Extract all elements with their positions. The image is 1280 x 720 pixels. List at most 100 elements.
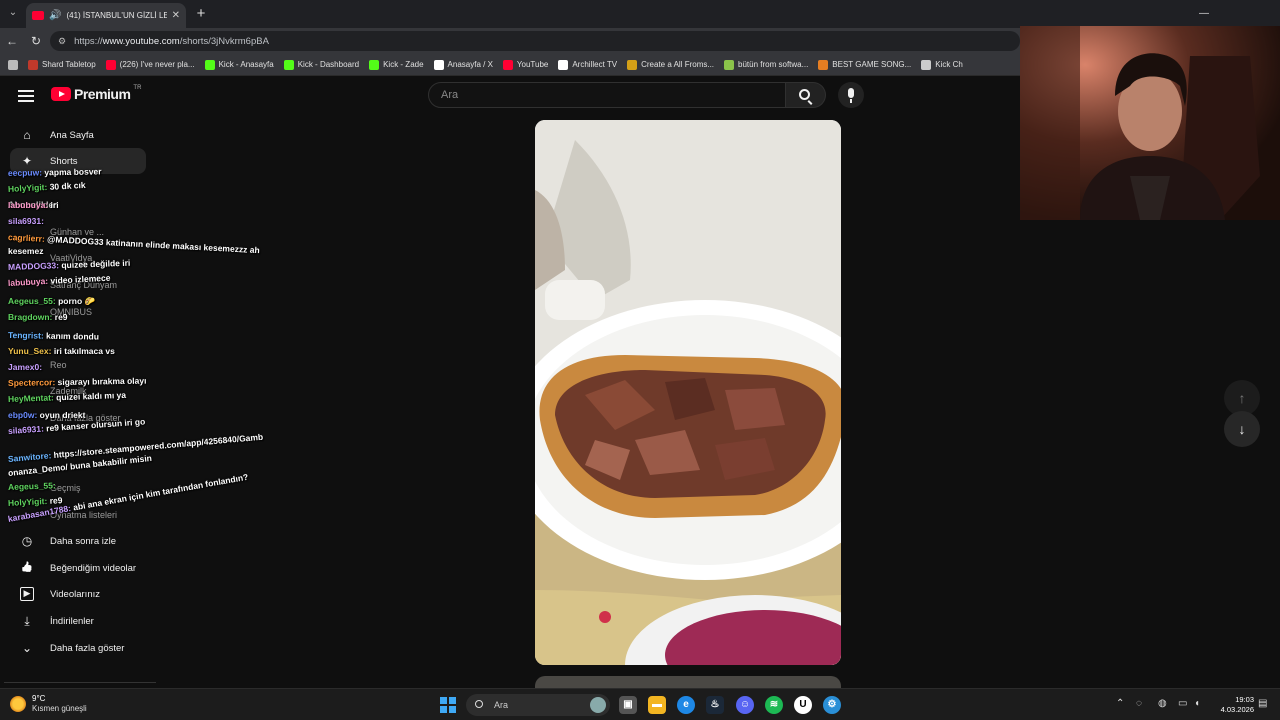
- sidebar-item-watch-later[interactable]: ◷ Daha sonra izle: [10, 528, 146, 554]
- music-icon: [818, 59, 829, 70]
- sidebar-item-downloads[interactable]: ⤓ İndirilenler: [10, 608, 146, 634]
- sidebar-item-label: İndirilenler: [50, 615, 94, 627]
- microphone-tray-icon[interactable]: ◍: [1158, 698, 1167, 709]
- video-icon: ▶: [20, 587, 34, 601]
- streamer-webcam-image: [1020, 26, 1280, 220]
- weather-widget[interactable]: 9°C Kısmen güneşli: [10, 694, 87, 714]
- file-explorer-icon[interactable]: ▬: [648, 696, 666, 714]
- notifications-icon[interactable]: ▤: [1258, 698, 1267, 709]
- youtube-premium-logo[interactable]: Premium TR: [51, 85, 141, 102]
- bookmark-label: Create a All Froms...: [641, 60, 715, 69]
- weather-condition: Kısmen güneşli: [32, 704, 87, 713]
- audio-playing-icon[interactable]: 🔊: [49, 10, 61, 21]
- taskbar-search-label: Ara: [494, 700, 509, 710]
- minimize-icon[interactable]: —: [1196, 6, 1212, 22]
- sidebar-item-liked-videos[interactable]: 👍 Beğendiğim videolar: [10, 555, 146, 581]
- app-icon[interactable]: ⚙: [823, 696, 841, 714]
- sidebar-item-history[interactable]: Geçmiş: [50, 483, 81, 493]
- active-tab[interactable]: 🔊 (41) İSTANBUL'UN GİZLİ LEZZ ✕: [26, 3, 186, 28]
- sidebar-item-label: Shorts: [50, 155, 78, 167]
- archillect-icon: [558, 59, 569, 70]
- leaf-icon: [724, 59, 735, 70]
- site-info-icon[interactable]: ⚙: [58, 36, 66, 47]
- bookmark-item[interactable]: Anasayfa / X: [433, 59, 493, 70]
- bookmark-item[interactable]: Kick - Dashboard: [283, 59, 359, 70]
- system-clock[interactable]: 19:03 4.03.2026: [1216, 695, 1254, 715]
- spotify-icon[interactable]: ≋: [765, 696, 783, 714]
- short-video-player[interactable]: [535, 120, 841, 665]
- sidebar-item-home[interactable]: ⌂ Ana Sayfa: [10, 122, 146, 148]
- sidebar-item-show-more[interactable]: ⌄ Daha fazla göster: [10, 635, 146, 661]
- subscription-item[interactable]: Günhan ve ...: [50, 227, 104, 237]
- bookmark-item[interactable]: YouTube: [502, 59, 548, 70]
- sidebar-item-your-videos[interactable]: ▶ Videolarınız: [10, 581, 146, 607]
- subscriptions-heading: Abonelikler: [8, 200, 58, 210]
- bookmark-item[interactable]: (226) I've never pla...: [105, 59, 195, 70]
- volume-icon[interactable]: ◖: [1194, 698, 1200, 709]
- apps-icon[interactable]: [8, 59, 18, 70]
- steam-icon[interactable]: ♨: [706, 696, 724, 714]
- search-button[interactable]: [786, 82, 826, 108]
- subscription-item[interactable]: Reo: [50, 360, 67, 370]
- subscription-item[interactable]: Zademilk: [50, 386, 87, 396]
- bookmark-label: Kick - Zade: [383, 60, 424, 69]
- bookmark-item[interactable]: Archillect TV: [558, 59, 618, 70]
- clock-date: 4.03.2026: [1220, 705, 1254, 714]
- task-view-icon[interactable]: ▣: [619, 696, 637, 714]
- tab-search-icon[interactable]: ⌄: [6, 6, 20, 20]
- tray-app-icon[interactable]: ◌: [1136, 698, 1142, 709]
- kick-icon: [204, 59, 215, 70]
- search-highlight-icon[interactable]: [590, 697, 606, 713]
- address-bar[interactable]: ⚙ https://www.youtube.com/shorts/3jNvkrm…: [50, 31, 1020, 51]
- next-short-button[interactable]: ↓: [1224, 411, 1260, 447]
- sidebar-item-shorts[interactable]: ✦ Shorts: [10, 148, 146, 174]
- unreal-engine-icon[interactable]: U: [794, 696, 812, 714]
- tab-title: (41) İSTANBUL'UN GİZLİ LEZZ: [66, 11, 167, 20]
- x-icon: [433, 59, 444, 70]
- webcam-overlay: [1020, 26, 1280, 220]
- next-short-preview[interactable]: [535, 676, 841, 688]
- subscription-item[interactable]: VaatiVidya: [50, 253, 92, 263]
- edge-browser-icon[interactable]: e: [677, 696, 695, 714]
- new-tab-button[interactable]: +: [192, 5, 210, 23]
- bookmark-item[interactable]: bütün from softwa...: [724, 59, 809, 70]
- show-more-subscriptions[interactable]: Daha fazla göster: [50, 413, 121, 423]
- bookmark-item[interactable]: Kick - Zade: [369, 59, 424, 70]
- subscription-item[interactable]: Satranç Dünyam: [50, 280, 117, 290]
- reload-icon[interactable]: ↻: [28, 33, 44, 49]
- network-icon[interactable]: ▭: [1178, 698, 1187, 709]
- sidebar-item-label: Ana Sayfa: [50, 129, 94, 141]
- shorts-icon: ✦: [21, 154, 33, 168]
- bookmark-item[interactable]: BEST GAME SONG...: [818, 59, 912, 70]
- voice-search-button[interactable]: [838, 82, 864, 108]
- weather-temperature: 9°C: [32, 694, 46, 703]
- search-icon: [799, 89, 810, 100]
- sidebar-item-playlists[interactable]: Oynatma listeleri: [50, 510, 117, 520]
- bookmark-label: Archillect TV: [572, 60, 618, 69]
- short-video-frame: [535, 120, 841, 665]
- bookmark-label: bütün from softwa...: [738, 60, 809, 69]
- globe-icon: [921, 59, 932, 70]
- bookmark-item[interactable]: Kick Ch: [921, 59, 963, 70]
- bookmark-item[interactable]: Kick - Anasayfa: [204, 59, 274, 70]
- bookmark-label: Kick Ch: [935, 60, 963, 69]
- subscription-item[interactable]: OMNIBUS: [50, 307, 92, 317]
- hamburger-menu-icon[interactable]: [18, 87, 34, 103]
- chevron-down-icon: ⌄: [21, 641, 33, 655]
- tab-close-icon[interactable]: ✕: [172, 10, 180, 21]
- sidebar-divider: [4, 682, 156, 683]
- bookmark-item[interactable]: Create a All Froms...: [627, 59, 715, 70]
- windows-start-icon[interactable]: [440, 697, 456, 713]
- youtube-favicon-icon: [32, 11, 44, 20]
- youtube-play-icon: [51, 87, 71, 101]
- back-icon[interactable]: ←: [4, 33, 20, 49]
- tray-overflow-icon[interactable]: ⌃: [1116, 698, 1124, 709]
- download-icon: ⤓: [24, 614, 30, 628]
- bookmark-label: BEST GAME SONG...: [832, 60, 912, 69]
- search-input[interactable]: Ara: [428, 82, 786, 108]
- home-icon: ⌂: [23, 128, 31, 142]
- bookmark-item[interactable]: Shard Tabletop: [28, 59, 96, 70]
- discord-icon[interactable]: ☺: [736, 696, 754, 714]
- bookmark-label: Shard Tabletop: [42, 60, 96, 69]
- taskbar-search[interactable]: Ara: [466, 694, 610, 716]
